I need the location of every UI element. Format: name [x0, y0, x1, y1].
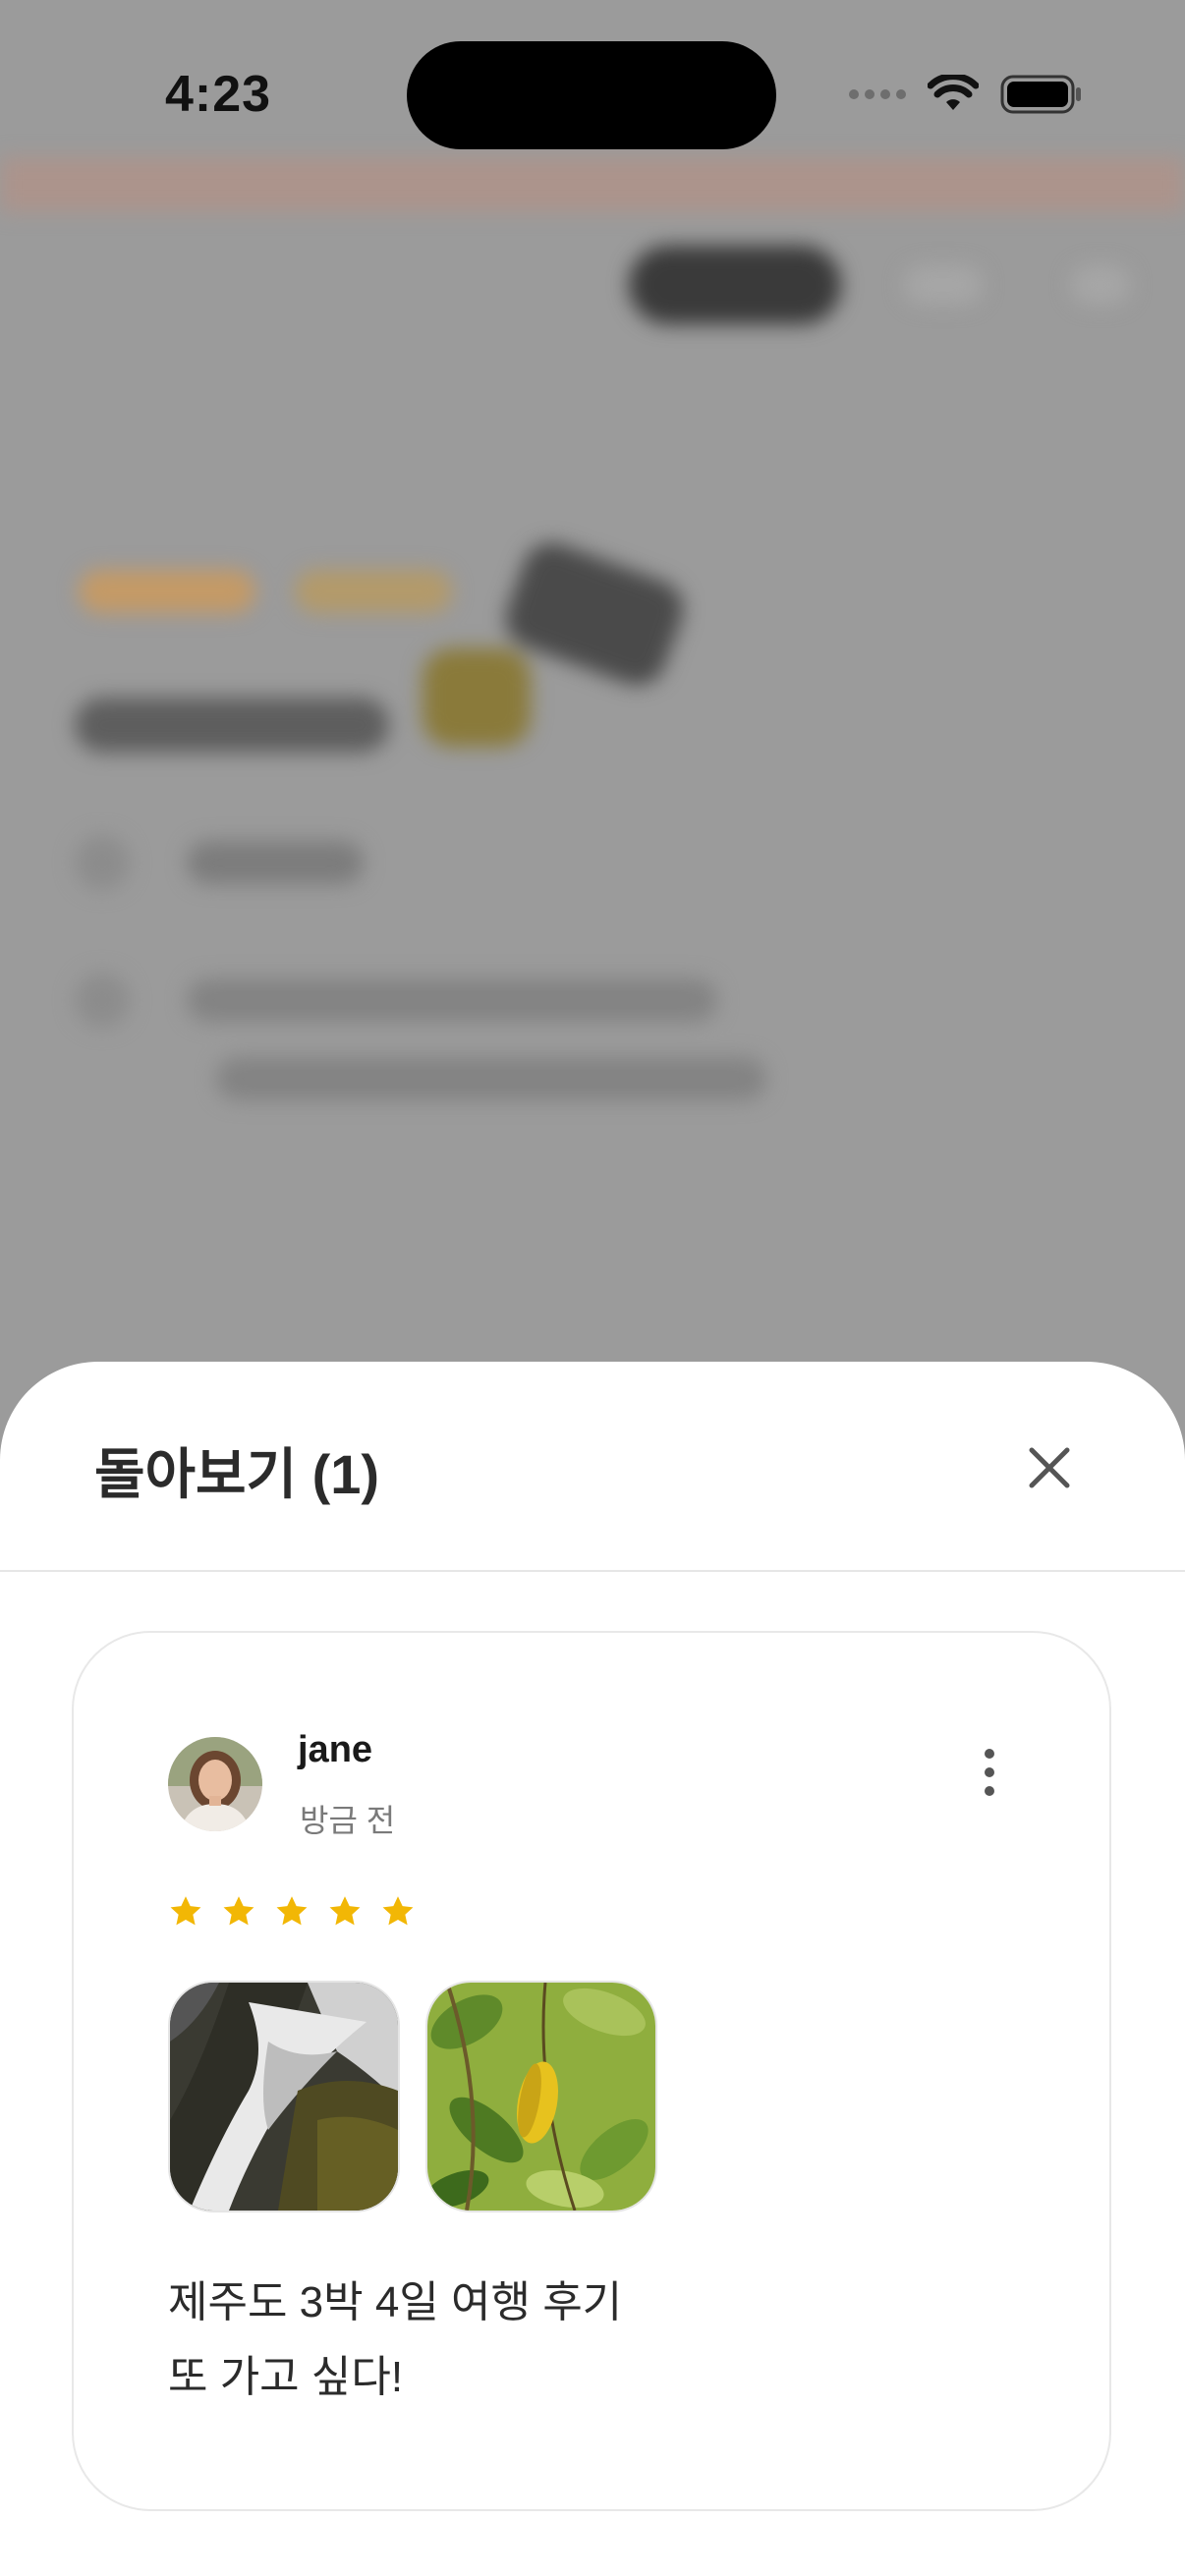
sheet-header: 돌아보기 (1) — [0, 1362, 1185, 1572]
close-icon — [1029, 1447, 1070, 1488]
review-photo-leaves[interactable] — [425, 1981, 657, 2212]
review-card: jane 방금 전 제주도 3박 4일 여행 후기 또 가고 싶다! — [72, 1631, 1111, 2511]
status-time: 4:23 — [165, 66, 272, 123]
leaves-photo-icon — [427, 1983, 655, 2211]
star-icon — [329, 1896, 361, 1926]
background-tag — [79, 570, 255, 613]
background-text — [187, 979, 717, 1022]
background-icon — [75, 835, 130, 890]
background-image — [423, 648, 531, 747]
review-text-line: 제주도 3박 4일 여행 후기 — [168, 2278, 623, 2326]
review-text-line: 또 가고 싶다! — [168, 2353, 404, 2401]
avatar[interactable] — [168, 1737, 262, 1831]
background-text — [216, 1057, 766, 1100]
user-avatar-icon — [168, 1737, 262, 1831]
post-time: 방금 전 — [300, 1803, 396, 1838]
background-icon — [75, 973, 130, 1028]
battery-icon — [1000, 75, 1081, 114]
star-icon — [223, 1896, 254, 1926]
review-bottom-sheet: 돌아보기 (1) jane 방금 전 제주도 3박 4일 여행 후기 또 가고 … — [0, 1362, 1185, 2576]
blurred-background-page — [0, 0, 1185, 1375]
review-photo-waterfall[interactable] — [168, 1981, 400, 2212]
review-photos — [168, 1981, 657, 2212]
star-icon — [382, 1896, 414, 1926]
star-icon — [170, 1896, 201, 1926]
dynamic-island — [407, 41, 776, 149]
background-tag — [295, 570, 452, 613]
background-text — [187, 841, 364, 884]
author-name[interactable]: jane — [298, 1729, 372, 1771]
review-text: 제주도 3박 4일 여행 후기 또 가고 싶다! — [168, 2266, 622, 2415]
status-icons — [849, 71, 1083, 118]
status-bar: 4:23 — [0, 0, 1185, 196]
background-icon — [904, 265, 983, 305]
more-options-button[interactable] — [964, 1741, 1015, 1804]
star-icon — [276, 1896, 308, 1926]
sheet-title: 돌아보기 (1) — [94, 1443, 380, 1505]
more-vertical-icon — [985, 1749, 994, 1796]
app-screen: 4:23 돌아보기 (1) jane 방금 전 제주도 3박 4일 여행 후기 … — [0, 0, 1185, 2576]
background-icon — [1071, 265, 1130, 305]
cellular-signal-icon — [849, 89, 906, 99]
waterfall-photo-icon — [170, 1983, 398, 2211]
close-button[interactable] — [1018, 1436, 1081, 1499]
background-heading — [75, 698, 389, 753]
wifi-icon — [928, 75, 979, 110]
background-pill-button — [629, 246, 841, 324]
star-rating — [168, 1894, 416, 1930]
